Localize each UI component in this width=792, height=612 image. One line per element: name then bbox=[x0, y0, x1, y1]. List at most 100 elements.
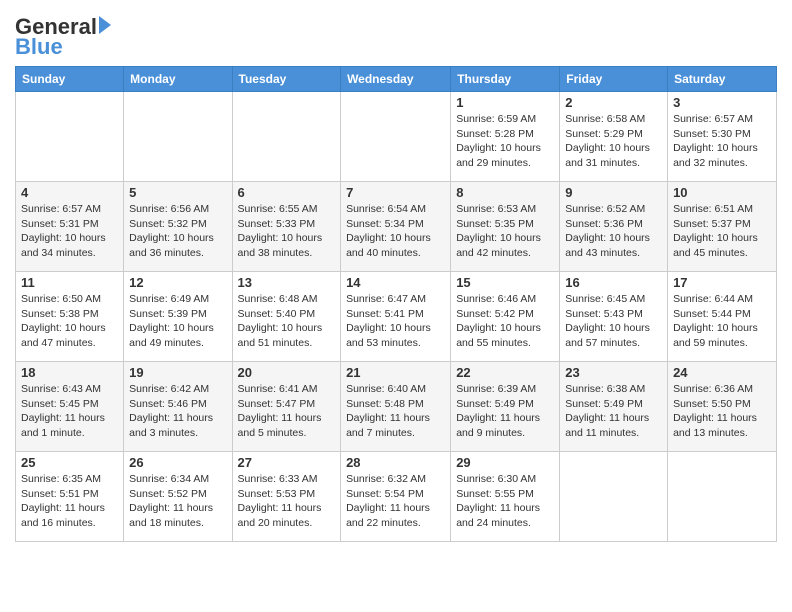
day-number: 15 bbox=[456, 275, 554, 290]
day-info: Sunrise: 6:43 AMSunset: 5:45 PMDaylight:… bbox=[21, 382, 118, 441]
day-info: Sunrise: 6:33 AMSunset: 5:53 PMDaylight:… bbox=[238, 472, 336, 531]
day-info: Sunrise: 6:56 AMSunset: 5:32 PMDaylight:… bbox=[129, 202, 226, 261]
day-info: Sunrise: 6:50 AMSunset: 5:38 PMDaylight:… bbox=[21, 292, 118, 351]
day-cell: 12 Sunrise: 6:49 AMSunset: 5:39 PMDayligh… bbox=[124, 272, 232, 362]
weekday-row: SundayMondayTuesdayWednesdayThursdayFrid… bbox=[16, 67, 777, 92]
day-number: 22 bbox=[456, 365, 554, 380]
day-number: 7 bbox=[346, 185, 445, 200]
day-info: Sunrise: 6:51 AMSunset: 5:37 PMDaylight:… bbox=[673, 202, 771, 261]
day-cell: 6 Sunrise: 6:55 AMSunset: 5:33 PMDaylight… bbox=[232, 182, 341, 272]
day-cell: 25Sunrise: 6:35 AMSunset: 5:51 PMDayligh… bbox=[16, 452, 124, 542]
day-number: 14 bbox=[346, 275, 445, 290]
day-cell: 22Sunrise: 6:39 AMSunset: 5:49 PMDayligh… bbox=[451, 362, 560, 452]
day-info: Sunrise: 6:30 AMSunset: 5:55 PMDaylight:… bbox=[456, 472, 554, 531]
day-info: Sunrise: 6:41 AMSunset: 5:47 PMDaylight:… bbox=[238, 382, 336, 441]
day-number: 21 bbox=[346, 365, 445, 380]
day-info: Sunrise: 6:52 AMSunset: 5:36 PMDaylight:… bbox=[565, 202, 662, 261]
day-cell: 16 Sunrise: 6:45 AMSunset: 5:43 PMDayligh… bbox=[560, 272, 668, 362]
day-number: 20 bbox=[238, 365, 336, 380]
day-number: 18 bbox=[21, 365, 118, 380]
day-cell: 2 Sunrise: 6:58 AMSunset: 5:29 PMDaylight… bbox=[560, 92, 668, 182]
logo-text-blue: Blue bbox=[15, 36, 63, 58]
day-info: Sunrise: 6:38 AMSunset: 5:49 PMDaylight:… bbox=[565, 382, 662, 441]
day-cell bbox=[341, 92, 451, 182]
day-number: 8 bbox=[456, 185, 554, 200]
day-cell: 13 Sunrise: 6:48 AMSunset: 5:40 PMDayligh… bbox=[232, 272, 341, 362]
day-info: Sunrise: 6:46 AMSunset: 5:42 PMDaylight:… bbox=[456, 292, 554, 351]
day-number: 17 bbox=[673, 275, 771, 290]
week-row-5: 25Sunrise: 6:35 AMSunset: 5:51 PMDayligh… bbox=[16, 452, 777, 542]
day-number: 16 bbox=[565, 275, 662, 290]
calendar-header: SundayMondayTuesdayWednesdayThursdayFrid… bbox=[16, 67, 777, 92]
day-info: Sunrise: 6:32 AMSunset: 5:54 PMDaylight:… bbox=[346, 472, 445, 531]
weekday-header-tuesday: Tuesday bbox=[232, 67, 341, 92]
day-info: Sunrise: 6:59 AMSunset: 5:28 PMDaylight:… bbox=[456, 112, 554, 171]
day-cell: 14Sunrise: 6:47 AMSunset: 5:41 PMDayligh… bbox=[341, 272, 451, 362]
day-cell bbox=[232, 92, 341, 182]
day-info: Sunrise: 6:44 AMSunset: 5:44 PMDaylight:… bbox=[673, 292, 771, 351]
day-number: 10 bbox=[673, 185, 771, 200]
day-cell: 26Sunrise: 6:34 AMSunset: 5:52 PMDayligh… bbox=[124, 452, 232, 542]
day-cell: 15 Sunrise: 6:46 AMSunset: 5:42 PMDayligh… bbox=[451, 272, 560, 362]
day-number: 27 bbox=[238, 455, 336, 470]
day-cell bbox=[668, 452, 777, 542]
day-number: 12 bbox=[129, 275, 226, 290]
day-cell bbox=[16, 92, 124, 182]
day-number: 25 bbox=[21, 455, 118, 470]
day-cell: 20 Sunrise: 6:41 AMSunset: 5:47 PMDayligh… bbox=[232, 362, 341, 452]
day-info: Sunrise: 6:49 AMSunset: 5:39 PMDaylight:… bbox=[129, 292, 226, 351]
day-cell bbox=[560, 452, 668, 542]
day-cell: 28Sunrise: 6:32 AMSunset: 5:54 PMDayligh… bbox=[341, 452, 451, 542]
day-info: Sunrise: 6:57 AMSunset: 5:30 PMDaylight:… bbox=[673, 112, 771, 171]
day-cell: 24Sunrise: 6:36 AMSunset: 5:50 PMDayligh… bbox=[668, 362, 777, 452]
week-row-1: 1 Sunrise: 6:59 AMSunset: 5:28 PMDaylight… bbox=[16, 92, 777, 182]
day-cell: 29Sunrise: 6:30 AMSunset: 5:55 PMDayligh… bbox=[451, 452, 560, 542]
day-info: Sunrise: 6:45 AMSunset: 5:43 PMDaylight:… bbox=[565, 292, 662, 351]
day-number: 19 bbox=[129, 365, 226, 380]
day-number: 11 bbox=[21, 275, 118, 290]
calendar-body: 1 Sunrise: 6:59 AMSunset: 5:28 PMDaylight… bbox=[16, 92, 777, 542]
day-number: 3 bbox=[673, 95, 771, 110]
day-cell: 23 Sunrise: 6:38 AMSunset: 5:49 PMDayligh… bbox=[560, 362, 668, 452]
day-cell: 3 Sunrise: 6:57 AMSunset: 5:30 PMDaylight… bbox=[668, 92, 777, 182]
day-info: Sunrise: 6:58 AMSunset: 5:29 PMDaylight:… bbox=[565, 112, 662, 171]
day-info: Sunrise: 6:53 AMSunset: 5:35 PMDaylight:… bbox=[456, 202, 554, 261]
weekday-header-friday: Friday bbox=[560, 67, 668, 92]
day-info: Sunrise: 6:48 AMSunset: 5:40 PMDaylight:… bbox=[238, 292, 336, 351]
day-info: Sunrise: 6:57 AMSunset: 5:31 PMDaylight:… bbox=[21, 202, 118, 261]
day-info: Sunrise: 6:40 AMSunset: 5:48 PMDaylight:… bbox=[346, 382, 445, 441]
day-number: 6 bbox=[238, 185, 336, 200]
day-cell: 5Sunrise: 6:56 AMSunset: 5:32 PMDaylight… bbox=[124, 182, 232, 272]
day-info: Sunrise: 6:42 AMSunset: 5:46 PMDaylight:… bbox=[129, 382, 226, 441]
day-cell: 10 Sunrise: 6:51 AMSunset: 5:37 PMDayligh… bbox=[668, 182, 777, 272]
day-info: Sunrise: 6:55 AMSunset: 5:33 PMDaylight:… bbox=[238, 202, 336, 261]
day-number: 24 bbox=[673, 365, 771, 380]
day-number: 1 bbox=[456, 95, 554, 110]
day-cell: 17 Sunrise: 6:44 AMSunset: 5:44 PMDayligh… bbox=[668, 272, 777, 362]
day-info: Sunrise: 6:34 AMSunset: 5:52 PMDaylight:… bbox=[129, 472, 226, 531]
day-cell: 8 Sunrise: 6:53 AMSunset: 5:35 PMDaylight… bbox=[451, 182, 560, 272]
day-number: 4 bbox=[21, 185, 118, 200]
day-number: 13 bbox=[238, 275, 336, 290]
weekday-header-wednesday: Wednesday bbox=[341, 67, 451, 92]
week-row-4: 18 Sunrise: 6:43 AMSunset: 5:45 PMDayligh… bbox=[16, 362, 777, 452]
logo: General Blue bbox=[15, 16, 111, 58]
day-cell: 4 Sunrise: 6:57 AMSunset: 5:31 PMDaylight… bbox=[16, 182, 124, 272]
header: General Blue bbox=[15, 10, 777, 58]
day-cell: 7 Sunrise: 6:54 AMSunset: 5:34 PMDaylight… bbox=[341, 182, 451, 272]
week-row-2: 4 Sunrise: 6:57 AMSunset: 5:31 PMDaylight… bbox=[16, 182, 777, 272]
day-cell: 1 Sunrise: 6:59 AMSunset: 5:28 PMDaylight… bbox=[451, 92, 560, 182]
day-cell: 21 Sunrise: 6:40 AMSunset: 5:48 PMDayligh… bbox=[341, 362, 451, 452]
week-row-3: 11 Sunrise: 6:50 AMSunset: 5:38 PMDayligh… bbox=[16, 272, 777, 362]
day-cell: 18 Sunrise: 6:43 AMSunset: 5:45 PMDayligh… bbox=[16, 362, 124, 452]
day-info: Sunrise: 6:54 AMSunset: 5:34 PMDaylight:… bbox=[346, 202, 445, 261]
day-number: 9 bbox=[565, 185, 662, 200]
weekday-header-monday: Monday bbox=[124, 67, 232, 92]
day-cell: 19 Sunrise: 6:42 AMSunset: 5:46 PMDayligh… bbox=[124, 362, 232, 452]
weekday-header-thursday: Thursday bbox=[451, 67, 560, 92]
weekday-header-sunday: Sunday bbox=[16, 67, 124, 92]
day-number: 23 bbox=[565, 365, 662, 380]
day-cell bbox=[124, 92, 232, 182]
day-number: 2 bbox=[565, 95, 662, 110]
day-cell: 9 Sunrise: 6:52 AMSunset: 5:36 PMDaylight… bbox=[560, 182, 668, 272]
